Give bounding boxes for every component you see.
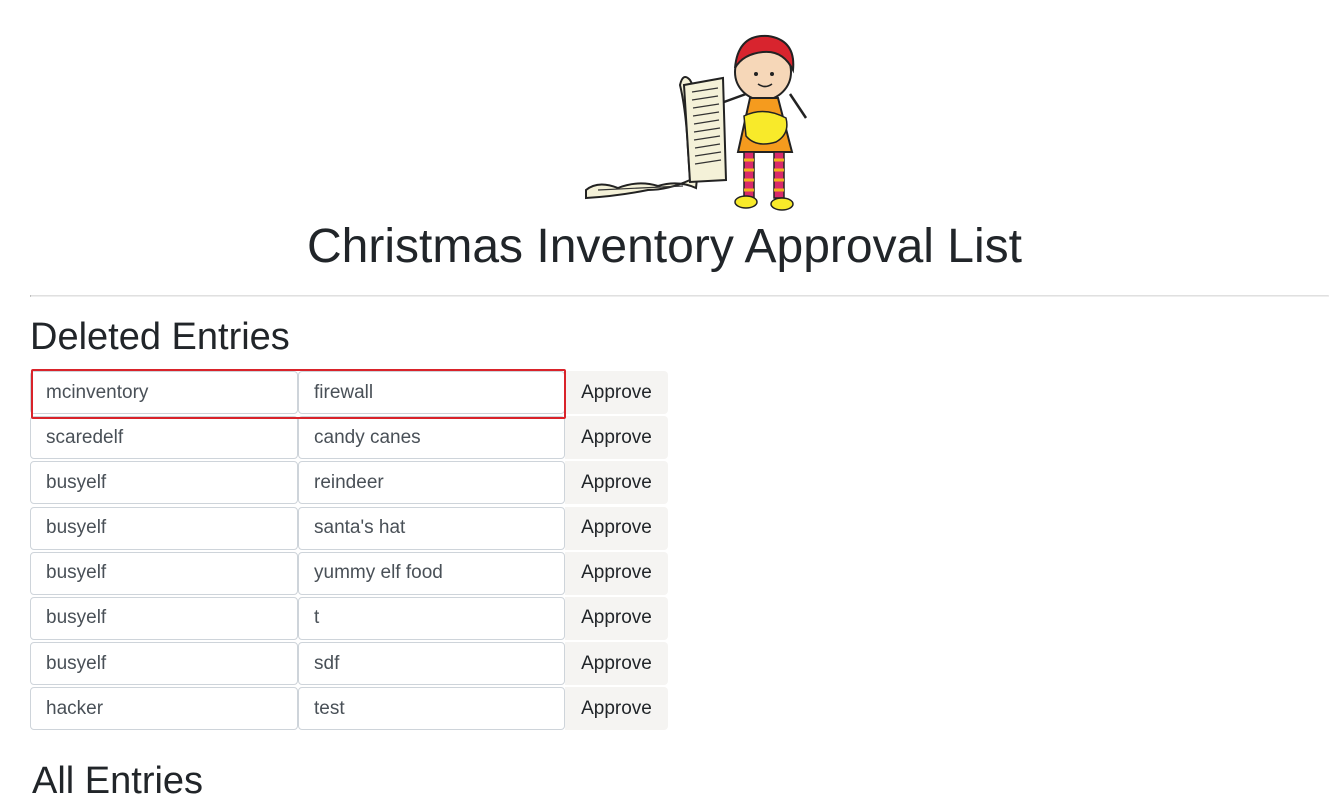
- item-field[interactable]: [298, 371, 565, 414]
- username-field[interactable]: [30, 506, 298, 550]
- item-field[interactable]: [298, 642, 565, 686]
- entry-row: Approve: [30, 642, 670, 687]
- item-field[interactable]: [298, 687, 565, 731]
- item-field[interactable]: [298, 416, 565, 460]
- username-field[interactable]: [30, 461, 298, 505]
- entry-row: Approve: [30, 371, 670, 416]
- entry-row: Approve: [30, 506, 670, 552]
- elf-with-list-icon: [585, 34, 808, 211]
- item-field[interactable]: [298, 551, 565, 595]
- approve-button[interactable]: Approve: [565, 371, 668, 414]
- username-field[interactable]: [30, 551, 298, 595]
- entry-row: Approve: [30, 687, 670, 732]
- item-field[interactable]: [298, 596, 565, 640]
- username-field[interactable]: [30, 416, 298, 460]
- page-header: Christmas Inventory Approval List: [0, 0, 1329, 297]
- approve-button[interactable]: Approve: [565, 687, 668, 731]
- header-divider: [30, 295, 1329, 297]
- approve-button[interactable]: Approve: [565, 642, 668, 686]
- username-field[interactable]: [30, 687, 298, 731]
- entry-row: Approve: [30, 596, 670, 642]
- approve-button[interactable]: Approve: [565, 551, 668, 595]
- username-field[interactable]: [30, 371, 298, 414]
- approve-button[interactable]: Approve: [565, 506, 668, 550]
- all-entries-heading: All Entries: [32, 760, 204, 802]
- username-field[interactable]: [30, 642, 298, 686]
- item-field[interactable]: [298, 461, 565, 505]
- deleted-entries-heading: Deleted Entries: [30, 316, 290, 358]
- item-field[interactable]: [298, 506, 565, 550]
- username-field[interactable]: [30, 596, 298, 640]
- entry-row: Approve: [30, 551, 670, 597]
- entry-row: Approve: [30, 416, 670, 461]
- page-title: Christmas Inventory Approval List: [307, 220, 1022, 273]
- approve-button[interactable]: Approve: [565, 416, 668, 460]
- approve-button[interactable]: Approve: [565, 461, 668, 505]
- deleted-entries-list: Approve Approve Approve Approve Approve …: [30, 371, 670, 733]
- approve-button[interactable]: Approve: [565, 596, 668, 640]
- entry-row: Approve: [30, 461, 670, 506]
